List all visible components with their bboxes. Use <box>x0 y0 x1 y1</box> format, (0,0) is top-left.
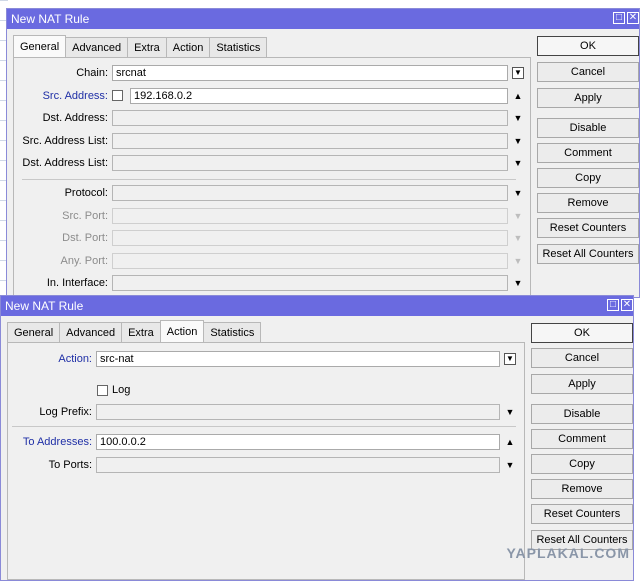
reset-all-counters-button[interactable]: Reset All Counters <box>537 244 639 264</box>
dst-address-list-label: Dst. Address List: <box>22 157 108 169</box>
action-dropdown-icon[interactable]: ▼ <box>504 353 516 365</box>
title-bar[interactable]: New NAT Rule □ ✕ <box>1 296 633 316</box>
dst-address-label: Dst. Address: <box>42 112 108 124</box>
ok-button[interactable]: OK <box>531 323 633 343</box>
tab-bar: General Advanced Extra Action Statistics <box>7 320 262 342</box>
in-interface-input[interactable] <box>112 275 508 291</box>
to-addresses-label: To Addresses: <box>22 436 92 448</box>
collapse-up-icon[interactable]: ▲ <box>512 90 524 102</box>
src-address-list-input[interactable] <box>112 133 508 149</box>
copy-button[interactable]: Copy <box>537 168 639 188</box>
apply-button[interactable]: Apply <box>537 88 639 108</box>
tab-bar: General Advanced Extra Action Statistics <box>13 35 268 57</box>
dst-port-input <box>112 230 508 246</box>
src-address-negate-checkbox[interactable] <box>112 90 123 101</box>
to-addresses-input[interactable]: 100.0.0.2 <box>96 434 500 450</box>
disable-button[interactable]: Disable <box>531 404 633 424</box>
log-prefix-label: Log Prefix: <box>39 406 92 418</box>
comment-button[interactable]: Comment <box>531 429 633 449</box>
maximize-icon[interactable]: □ <box>613 12 625 24</box>
close-icon[interactable]: ✕ <box>627 12 639 24</box>
expand-down-icon[interactable]: ▼ <box>512 135 524 147</box>
log-checkbox[interactable] <box>97 385 108 396</box>
tab-general[interactable]: General <box>7 322 61 342</box>
src-port-input <box>112 208 508 224</box>
src-port-label: Src. Port: <box>62 210 108 222</box>
chain-dropdown-icon[interactable]: ▼ <box>512 67 524 79</box>
src-address-list-label: Src. Address List: <box>22 135 108 147</box>
tab-statistics[interactable]: Statistics <box>209 37 268 57</box>
dst-address-input[interactable] <box>112 110 508 126</box>
dst-address-list-input[interactable] <box>112 155 508 171</box>
chain-select[interactable]: srcnat <box>112 65 508 81</box>
log-prefix-input[interactable] <box>96 404 500 420</box>
remove-button[interactable]: Remove <box>531 479 633 499</box>
to-ports-label: To Ports: <box>48 459 92 471</box>
tab-extra[interactable]: Extra <box>127 37 167 57</box>
expand-down-icon[interactable]: ▼ <box>512 112 524 124</box>
expand-down-icon[interactable]: ▼ <box>504 406 516 418</box>
tab-general[interactable]: General <box>13 35 67 57</box>
tab-advanced[interactable]: Advanced <box>59 322 123 342</box>
separator <box>12 426 516 427</box>
src-address-label: Src. Address: <box>42 90 108 102</box>
action-label: Action: <box>58 353 92 365</box>
window-title: New NAT Rule <box>5 299 84 313</box>
ok-button[interactable]: OK <box>537 36 639 56</box>
expand-down-icon[interactable]: ▼ <box>512 277 524 289</box>
window-title: New NAT Rule <box>11 12 90 26</box>
src-address-input[interactable]: 192.168.0.2 <box>130 88 508 104</box>
watermark: YAPLAKAL.COM <box>506 545 630 561</box>
separator <box>22 179 516 180</box>
close-icon[interactable]: ✕ <box>621 299 633 311</box>
copy-button[interactable]: Copy <box>531 454 633 474</box>
reset-counters-button[interactable]: Reset Counters <box>531 504 633 524</box>
chain-label: Chain: <box>76 67 108 79</box>
tab-statistics[interactable]: Statistics <box>203 322 262 342</box>
dst-port-label: Dst. Port: <box>62 232 108 244</box>
protocol-label: Protocol: <box>64 187 108 199</box>
general-panel: Chain: srcnat ▼ Src. Address: 192.168.0.… <box>13 57 531 297</box>
any-port-input <box>112 253 508 269</box>
log-label: Log <box>112 384 131 396</box>
protocol-input[interactable] <box>112 185 508 201</box>
collapse-up-icon[interactable]: ▲ <box>504 436 516 448</box>
cancel-button[interactable]: Cancel <box>531 348 633 368</box>
action-select[interactable]: src-nat <box>96 351 500 367</box>
title-bar[interactable]: New NAT Rule □ ✕ <box>7 9 639 29</box>
expand-down-icon[interactable]: ▼ <box>512 157 524 169</box>
expand-down-icon: ▼ <box>513 211 523 221</box>
in-interface-label: In. Interface: <box>46 277 108 289</box>
tab-action[interactable]: Action <box>159 320 205 342</box>
remove-button[interactable]: Remove <box>537 193 639 213</box>
expand-down-icon[interactable]: ▼ <box>512 187 524 199</box>
tab-extra[interactable]: Extra <box>121 322 161 342</box>
maximize-icon[interactable]: □ <box>607 299 619 311</box>
to-ports-input[interactable] <box>96 457 500 473</box>
any-port-label: Any. Port: <box>60 255 108 267</box>
expand-down-icon[interactable]: ▼ <box>504 459 516 471</box>
tab-advanced[interactable]: Advanced <box>65 37 129 57</box>
disable-button[interactable]: Disable <box>537 118 639 138</box>
cancel-button[interactable]: Cancel <box>537 62 639 82</box>
comment-button[interactable]: Comment <box>537 143 639 163</box>
reset-counters-button[interactable]: Reset Counters <box>537 218 639 238</box>
expand-down-icon: ▼ <box>513 256 523 266</box>
nat-rule-window-action: New NAT Rule □ ✕ General Advanced Extra … <box>0 295 634 581</box>
expand-down-icon: ▼ <box>513 233 523 243</box>
nat-rule-window-general: New NAT Rule □ ✕ General Advanced Extra … <box>6 8 640 298</box>
apply-button[interactable]: Apply <box>531 374 633 394</box>
tab-action[interactable]: Action <box>165 37 211 57</box>
action-panel: Action: src-nat ▼ Log Log Prefix: ▼ To A… <box>7 342 525 580</box>
